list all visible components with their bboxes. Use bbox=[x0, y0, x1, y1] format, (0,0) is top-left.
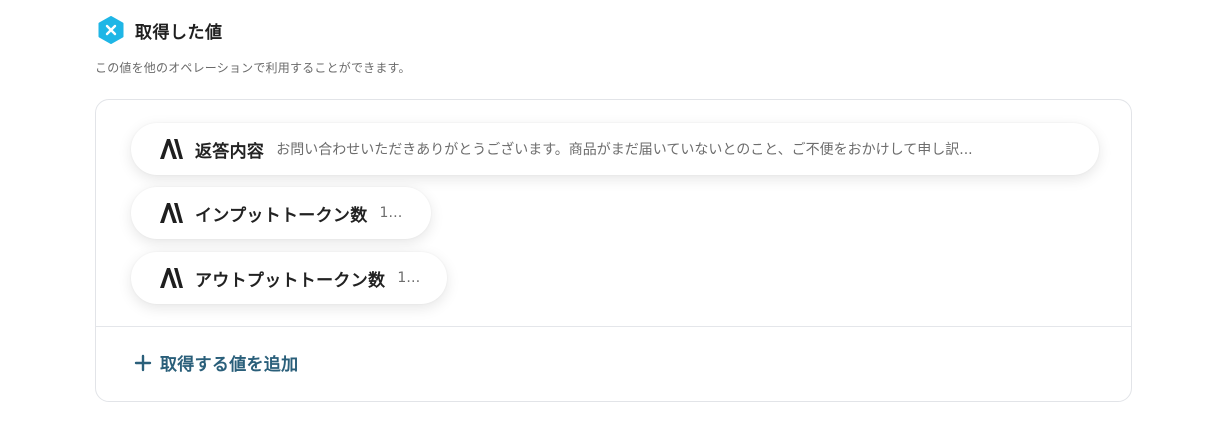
add-button-label: 取得する値を追加 bbox=[160, 355, 299, 375]
anthropic-ai-icon bbox=[160, 268, 183, 288]
output-value: お問い合わせいただきありがとうございます。商品がまだ届いていないとのこと、ご不便… bbox=[276, 142, 973, 158]
anthropic-ai-icon bbox=[160, 139, 183, 159]
plus-icon bbox=[134, 354, 152, 371]
section-description: この値を他のオペレーションで利用することができます。 bbox=[95, 61, 411, 75]
output-chip-output-tokens[interactable]: アウトプットトークン数 177 bbox=[131, 252, 447, 304]
hexagon-x-icon bbox=[98, 16, 124, 44]
add-output-value-button[interactable]: 取得する値を追加 bbox=[134, 350, 298, 375]
output-label: アウトプットトークン数 bbox=[195, 270, 386, 291]
output-chip-response[interactable]: 返答内容 お問い合わせいただきありがとうございます。商品がまだ届いていないとのこ… bbox=[131, 123, 1099, 175]
divider bbox=[96, 326, 1131, 327]
output-label: 返答内容 bbox=[195, 141, 265, 162]
page: 取得した値 この値を他のオペレーションで利用することができます。 返答内容 お問… bbox=[0, 0, 1213, 448]
anthropic-ai-icon bbox=[160, 203, 183, 223]
section-header: 取得した値 bbox=[97, 16, 223, 44]
output-label: インプットトークン数 bbox=[195, 205, 368, 226]
output-chip-input-tokens[interactable]: インプットトークン数 127 bbox=[131, 187, 431, 239]
output-value: 127 bbox=[379, 205, 404, 221]
output-value: 177 bbox=[397, 270, 419, 286]
output-values-card: 返答内容 お問い合わせいただきありがとうございます。商品がまだ届いていないとのこ… bbox=[95, 99, 1132, 402]
section-title: 取得した値 bbox=[135, 22, 223, 43]
